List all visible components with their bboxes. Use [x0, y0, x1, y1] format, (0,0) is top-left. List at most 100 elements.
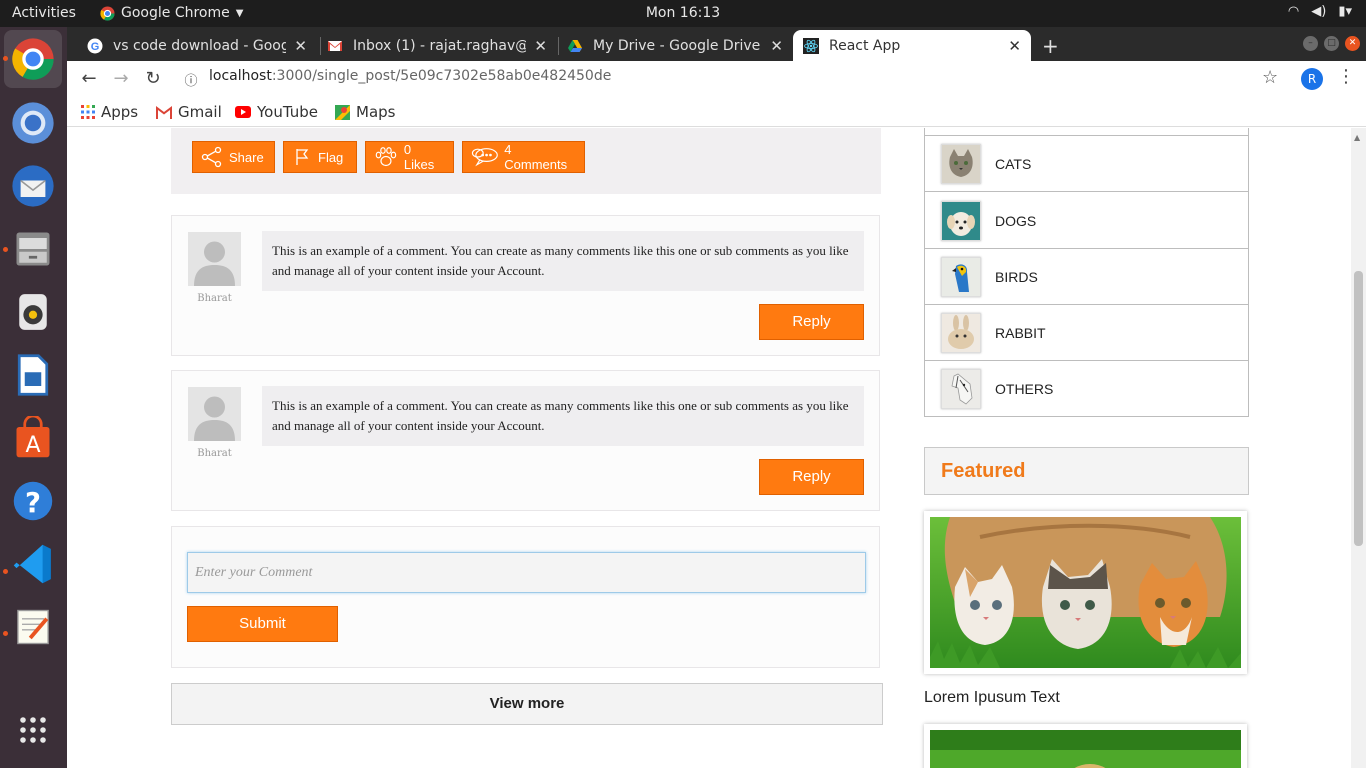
apps-grid-icon [81, 105, 95, 119]
dock-help-icon[interactable]: ? [10, 478, 56, 524]
tab-react-app[interactable]: React App ✕ [793, 30, 1031, 61]
avatar [188, 387, 241, 441]
bookmark-youtube[interactable]: YouTube [235, 103, 318, 121]
dock-chrome-icon[interactable] [4, 30, 62, 88]
featured-caption[interactable]: Lorem Ipusum Text [924, 689, 1060, 707]
battery-icon[interactable]: ▮▾ [1338, 4, 1352, 19]
tab-inbox[interactable]: Inbox (1) - rajat.raghav@c ✕ [317, 30, 557, 61]
system-top-bar: Activities Google Chrome ▼ Mon 16:13 ◠ ◀… [0, 0, 1366, 27]
app-menu[interactable]: Google Chrome ▼ [100, 5, 243, 21]
wifi-icon[interactable]: ◠ [1288, 4, 1299, 19]
profile-avatar[interactable]: R [1301, 68, 1323, 90]
system-tray[interactable]: ◠ ◀) ▮▾ [1288, 4, 1352, 19]
reload-icon[interactable]: ↻ [142, 68, 164, 89]
kittens-image [930, 517, 1241, 668]
category-item-cats[interactable]: CATS [925, 136, 1248, 192]
post-action-bar: Share Flag 0 Likes 4 Comments [171, 128, 881, 194]
category-item-birds[interactable]: BIRDS [925, 249, 1248, 305]
category-item-others[interactable]: OTHERS [925, 361, 1248, 417]
tab-strip: G vs code download - Googl ✕ Inbox (1) -… [67, 27, 1366, 61]
gmail-icon [156, 105, 172, 119]
featured-image[interactable] [924, 511, 1247, 674]
category-label: RABBIT [995, 324, 1046, 341]
likes-button[interactable]: 0 Likes [365, 141, 454, 173]
bookmark-label: Apps [101, 103, 139, 121]
reply-button[interactable]: Reply [759, 459, 864, 495]
show-applications-icon[interactable] [10, 707, 56, 753]
app-name: Google Chrome [121, 5, 230, 21]
bookmark-gmail[interactable]: Gmail [156, 103, 222, 121]
close-tab-icon[interactable]: ✕ [1008, 37, 1021, 55]
maximize-icon[interactable]: □ [1324, 36, 1339, 51]
close-tab-icon[interactable]: ✕ [534, 37, 547, 55]
window-close-icon[interactable]: ✕ [1345, 36, 1360, 51]
site-info-icon[interactable]: ⓘ [180, 70, 202, 89]
volume-icon[interactable]: ◀) [1311, 4, 1326, 19]
category-item-dogs[interactable]: DOGS [925, 193, 1248, 249]
running-indicator [3, 569, 8, 574]
tab-vs-code-download[interactable]: G vs code download - Googl ✕ [77, 30, 317, 61]
dock-vscode-icon[interactable] [10, 541, 56, 587]
bookmark-maps[interactable]: Maps [335, 103, 395, 121]
comment-input[interactable]: Enter your Comment [187, 552, 866, 593]
window-controls: – □ ✕ [1303, 36, 1360, 51]
tab-my-drive[interactable]: My Drive - Google Drive ✕ [557, 30, 793, 61]
dock-text-editor-icon[interactable] [10, 604, 56, 650]
divider [925, 128, 1248, 136]
category-list: CATS DOGS BIRDS RABBIT OTHERS [924, 128, 1249, 417]
submit-button[interactable]: Submit [187, 606, 338, 642]
running-indicator [3, 631, 8, 636]
scroll-up-icon[interactable]: ▲ [1354, 133, 1360, 142]
paw-icon [375, 147, 397, 167]
comment-card: Bharat This is an example of a comment. … [171, 215, 880, 356]
comment-card: Bharat This is an example of a comment. … [171, 370, 880, 511]
dock-thunderbird-icon[interactable] [10, 163, 56, 209]
chevron-down-icon: ▼ [235, 7, 244, 19]
dock-rhythmbox-icon[interactable] [10, 289, 56, 335]
close-tab-icon[interactable]: ✕ [770, 37, 783, 55]
bookmark-apps[interactable]: Apps [81, 103, 138, 121]
page-content: Share Flag 0 Likes 4 Comments Bharat Thi… [67, 128, 1351, 768]
flag-label: Flag [318, 149, 344, 165]
browser-toolbar: ← → ↻ ⓘ localhost:3000/single_post/5e09c… [67, 61, 1366, 97]
comments-button[interactable]: 4 Comments [462, 141, 585, 173]
dock-software-icon[interactable]: A [10, 415, 56, 461]
share-button[interactable]: Share [192, 141, 275, 173]
category-label: OTHERS [995, 381, 1054, 397]
bookmark-star-icon[interactable]: ☆ [1262, 67, 1278, 88]
reply-button[interactable]: Reply [759, 304, 864, 340]
address-bar[interactable]: localhost:3000/single_post/5e09c7302e58a… [209, 68, 611, 84]
category-label: CATS [995, 155, 1032, 172]
forward-icon[interactable]: → [110, 68, 132, 89]
category-item-rabbit[interactable]: RABBIT [925, 305, 1248, 361]
featured-image-2 [930, 730, 1241, 768]
dock-files-icon[interactable] [10, 226, 56, 272]
view-more-button[interactable]: View more [171, 683, 883, 725]
activities-button[interactable]: Activities [12, 5, 76, 21]
likes-label: 0 Likes [403, 142, 435, 172]
url-path: :3000/single_post/5e09c7302e58ab0e482450… [271, 68, 612, 84]
featured-image[interactable] [924, 724, 1247, 768]
tab-title: Inbox (1) - rajat.raghav@c [353, 37, 527, 54]
flag-button[interactable]: Flag [283, 141, 357, 173]
scrollbar-thumb[interactable] [1354, 271, 1363, 546]
page-scrollbar[interactable]: ▲ [1351, 128, 1366, 768]
back-icon[interactable]: ← [78, 68, 100, 89]
bookmark-label: Gmail [178, 103, 222, 121]
bookmark-label: YouTube [257, 103, 318, 121]
new-tab-icon[interactable]: + [1042, 34, 1059, 58]
drive-icon [568, 39, 582, 52]
horse-thumbnail [941, 369, 981, 409]
speech-bubbles-icon [471, 148, 498, 167]
google-icon: G [87, 38, 103, 53]
close-tab-icon[interactable]: ✕ [294, 37, 307, 55]
url-host: localhost [209, 68, 272, 84]
comment-author: Bharat [197, 293, 232, 304]
menu-icon[interactable]: ⋮ [1337, 66, 1355, 87]
gmail-icon [328, 40, 342, 51]
tab-title: React App [829, 37, 901, 54]
dock-chromium-icon[interactable] [10, 100, 56, 146]
minimize-icon[interactable]: – [1303, 36, 1318, 51]
bird-thumbnail [941, 256, 981, 297]
dock-writer-icon[interactable] [10, 352, 56, 398]
